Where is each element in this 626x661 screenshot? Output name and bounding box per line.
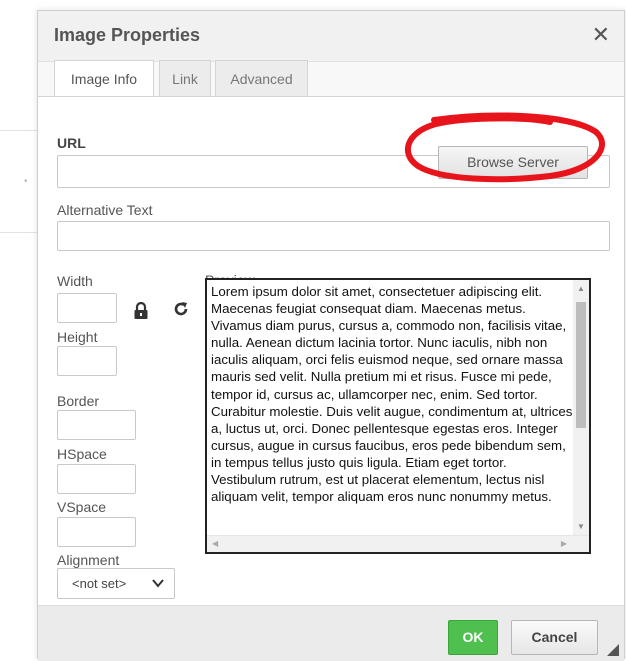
dialog-titlebar[interactable]: Image Properties ✕ (38, 11, 624, 62)
border-label: Border (57, 393, 100, 409)
dialog-footer: OK Cancel (38, 605, 624, 661)
lock-icon[interactable] (133, 302, 149, 320)
image-properties-dialog: Image Properties ✕ Image Info Link Advan… (37, 10, 625, 661)
width-label: Width (57, 273, 93, 289)
preview-vertical-scrollbar[interactable]: ▲ ▼ (573, 280, 589, 538)
hspace-input[interactable] (57, 464, 136, 494)
height-label: Height (57, 329, 98, 345)
height-input[interactable] (57, 346, 117, 376)
tab-advanced[interactable]: Advanced (215, 60, 308, 97)
background-divider (0, 130, 40, 131)
vspace-label: VSpace (57, 499, 107, 515)
scroll-up-icon[interactable]: ▲ (577, 284, 585, 293)
scroll-thumb[interactable] (576, 302, 586, 428)
alternative-text-input[interactable] (57, 221, 610, 251)
alignment-select[interactable]: <not set> (57, 568, 175, 599)
scroll-left-icon[interactable]: ◀ (212, 539, 218, 548)
hspace-label: HSpace (57, 446, 107, 462)
alternative-text-label: Alternative Text (57, 202, 153, 218)
preview-horizontal-scrollbar[interactable]: ◀ ▶ (207, 535, 589, 552)
preview-box: Lorem ipsum dolor sit amet, consectetuer… (205, 278, 591, 554)
close-icon[interactable]: ✕ (592, 22, 610, 48)
scroll-right-icon[interactable]: ▶ (561, 539, 567, 548)
chevron-down-icon (152, 569, 164, 608)
background-divider (0, 232, 40, 233)
cancel-button[interactable]: Cancel (511, 620, 598, 655)
resize-handle-icon[interactable] (606, 643, 620, 657)
alignment-value: <not set> (72, 576, 127, 591)
width-input[interactable] (57, 293, 117, 323)
border-input[interactable] (57, 410, 136, 440)
tab-image-info[interactable]: Image Info (54, 60, 154, 98)
background-marker: • (24, 176, 28, 187)
vspace-input[interactable] (57, 517, 136, 547)
tab-link[interactable]: Link (159, 60, 211, 97)
reset-size-icon[interactable] (172, 300, 190, 318)
url-label: URL (57, 135, 86, 151)
annotation-circle (405, 112, 605, 183)
preview-text: Lorem ipsum dolor sit amet, consectetuer… (211, 284, 573, 505)
dialog-title: Image Properties (54, 25, 201, 45)
scroll-down-icon[interactable]: ▼ (577, 522, 585, 531)
ok-button[interactable]: OK (448, 620, 498, 655)
alignment-label: Alignment (57, 552, 120, 568)
